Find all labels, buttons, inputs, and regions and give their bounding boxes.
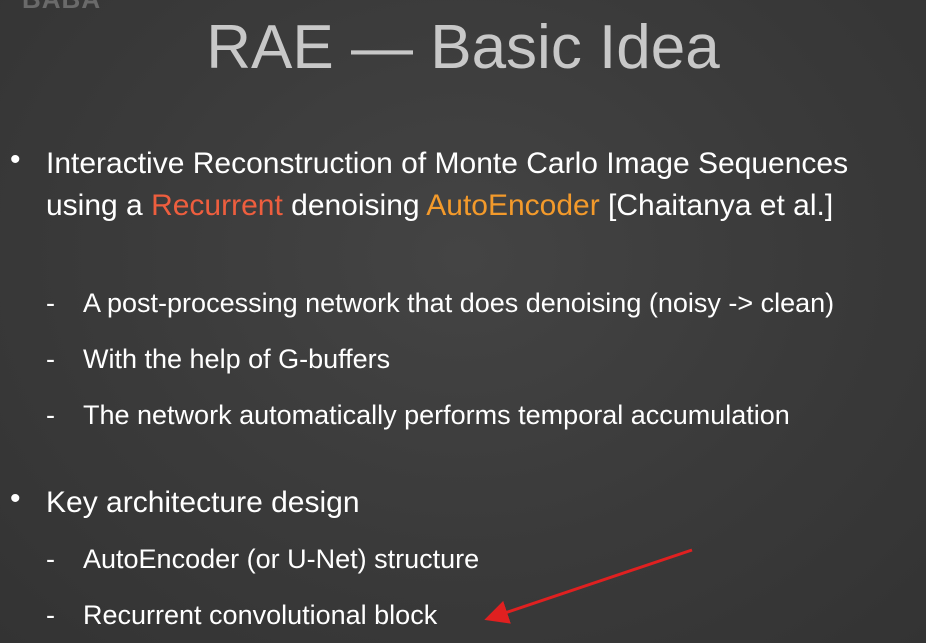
dash-icon: - [46, 400, 55, 430]
bullet-text: Key architecture design [46, 486, 360, 519]
highlight-autoencoder: AutoEncoder [426, 189, 600, 222]
bullet-text: Interactive Reconstruction of Monte Carl… [46, 143, 906, 227]
annotation-arrow-line [484, 548, 693, 624]
sub-item-text: AutoEncoder (or U-Net) structure [83, 544, 480, 574]
citation: [Chaitanya et al.] [599, 189, 834, 222]
slide-title: RAE — Basic Idea [206, 13, 720, 82]
sub-item-text: Recurrent convolutional block [83, 600, 438, 630]
sub-item-text: A post-processing network that does deno… [83, 288, 835, 318]
dash-icon: - [46, 600, 55, 630]
dash-icon: - [46, 544, 55, 574]
sub-item-text: The network automatically performs tempo… [83, 400, 790, 430]
dash-icon: - [46, 288, 55, 318]
dash-icon: - [46, 344, 55, 374]
highlight-recurrent: Recurrent [151, 189, 283, 222]
bullet-text-part: denoising [282, 189, 427, 222]
bullet-icon: • [10, 482, 21, 515]
sub-item-text: With the help of G-buffers [83, 344, 391, 374]
bullet-icon: • [10, 143, 21, 176]
